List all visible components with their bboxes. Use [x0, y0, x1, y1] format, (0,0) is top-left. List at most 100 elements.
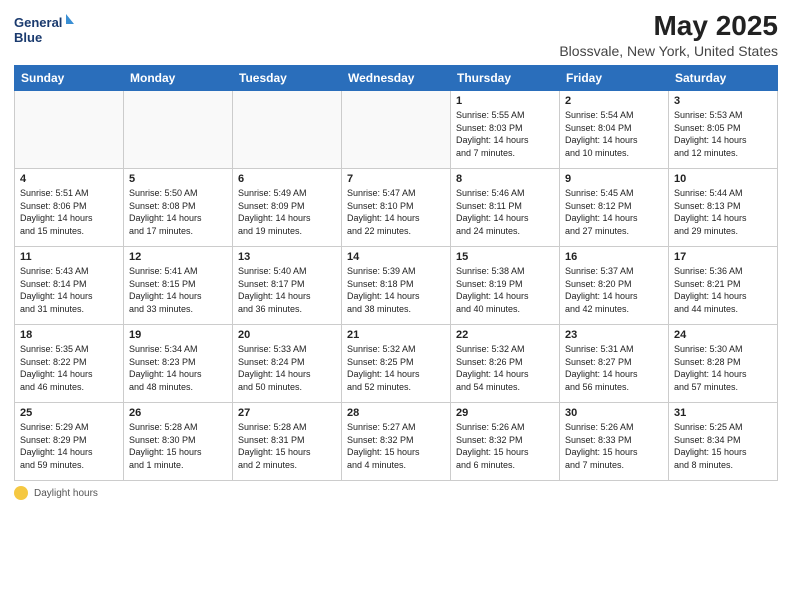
day-info: Sunrise: 5:55 AM Sunset: 8:03 PM Dayligh…	[456, 109, 554, 159]
day-info: Sunrise: 5:28 AM Sunset: 8:31 PM Dayligh…	[238, 421, 336, 471]
day-info: Sunrise: 5:32 AM Sunset: 8:25 PM Dayligh…	[347, 343, 445, 393]
col-header-thursday: Thursday	[451, 66, 560, 91]
day-number: 16	[565, 251, 663, 263]
svg-text:General: General	[14, 15, 62, 30]
day-info: Sunrise: 5:26 AM Sunset: 8:32 PM Dayligh…	[456, 421, 554, 471]
day-number: 21	[347, 329, 445, 341]
calendar-cell: 9Sunrise: 5:45 AM Sunset: 8:12 PM Daylig…	[560, 169, 669, 247]
calendar-cell: 10Sunrise: 5:44 AM Sunset: 8:13 PM Dayli…	[669, 169, 778, 247]
calendar-cell: 26 Sunrise: 5:28 AM Sunset: 8:30 PM Dayli…	[124, 403, 233, 481]
calendar-cell: 3 Sunrise: 5:53 AM Sunset: 8:05 PM Daylig…	[669, 91, 778, 169]
day-number: 30	[565, 407, 663, 419]
day-number: 8	[456, 173, 554, 185]
day-number: 17	[674, 251, 772, 263]
day-number: 28	[347, 407, 445, 419]
page: General Blue May 2025 Blossvale, New Yor…	[0, 0, 792, 612]
calendar-cell	[342, 91, 451, 169]
day-info: Sunrise: 5:32 AM Sunset: 8:26 PM Dayligh…	[456, 343, 554, 393]
day-info: Sunrise: 5:45 AM Sunset: 8:12 PM Dayligh…	[565, 187, 663, 237]
calendar-cell: 30 Sunrise: 5:26 AM Sunset: 8:33 PM Dayli…	[560, 403, 669, 481]
main-title: May 2025	[559, 10, 778, 42]
calendar-cell: 1 Sunrise: 5:55 AM Sunset: 8:03 PM Daylig…	[451, 91, 560, 169]
calendar-cell: 27Sunrise: 5:28 AM Sunset: 8:31 PM Dayli…	[233, 403, 342, 481]
day-number: 25	[20, 407, 118, 419]
col-header-saturday: Saturday	[669, 66, 778, 91]
day-number: 12	[129, 251, 227, 263]
day-number: 19	[129, 329, 227, 341]
calendar-cell: 7 Sunrise: 5:47 AM Sunset: 8:10 PM Daylig…	[342, 169, 451, 247]
day-info: Sunrise: 5:47 AM Sunset: 8:10 PM Dayligh…	[347, 187, 445, 237]
day-info: Sunrise: 5:37 AM Sunset: 8:20 PM Dayligh…	[565, 265, 663, 315]
calendar-cell: 2Sunrise: 5:54 AM Sunset: 8:04 PM Daylig…	[560, 91, 669, 169]
calendar-cell: 15 Sunrise: 5:38 AM Sunset: 8:19 PM Dayli…	[451, 247, 560, 325]
calendar-cell: 13Sunrise: 5:40 AM Sunset: 8:17 PM Dayli…	[233, 247, 342, 325]
day-info: Sunrise: 5:30 AM Sunset: 8:28 PM Dayligh…	[674, 343, 772, 393]
calendar-cell: 25Sunrise: 5:29 AM Sunset: 8:29 PM Dayli…	[15, 403, 124, 481]
day-number: 20	[238, 329, 336, 341]
day-info: Sunrise: 5:40 AM Sunset: 8:17 PM Dayligh…	[238, 265, 336, 315]
calendar-week-3: 11 Sunrise: 5:43 AM Sunset: 8:14 PM Dayli…	[15, 247, 778, 325]
calendar-cell: 6Sunrise: 5:49 AM Sunset: 8:09 PM Daylig…	[233, 169, 342, 247]
day-info: Sunrise: 5:49 AM Sunset: 8:09 PM Dayligh…	[238, 187, 336, 237]
calendar-week-2: 4 Sunrise: 5:51 AM Sunset: 8:06 PM Daylig…	[15, 169, 778, 247]
day-info: Sunrise: 5:25 AM Sunset: 8:34 PM Dayligh…	[674, 421, 772, 471]
calendar-week-4: 18 Sunrise: 5:35 AM Sunset: 8:22 PM Dayli…	[15, 325, 778, 403]
calendar-cell: 19 Sunrise: 5:34 AM Sunset: 8:23 PM Dayli…	[124, 325, 233, 403]
day-info: Sunrise: 5:35 AM Sunset: 8:22 PM Dayligh…	[20, 343, 118, 393]
calendar-cell: 22Sunrise: 5:32 AM Sunset: 8:26 PM Dayli…	[451, 325, 560, 403]
calendar-cell: 18 Sunrise: 5:35 AM Sunset: 8:22 PM Dayli…	[15, 325, 124, 403]
calendar-cell: 21 Sunrise: 5:32 AM Sunset: 8:25 PM Dayli…	[342, 325, 451, 403]
day-info: Sunrise: 5:51 AM Sunset: 8:06 PM Dayligh…	[20, 187, 118, 237]
day-info: Sunrise: 5:26 AM Sunset: 8:33 PM Dayligh…	[565, 421, 663, 471]
col-header-wednesday: Wednesday	[342, 66, 451, 91]
day-info: Sunrise: 5:43 AM Sunset: 8:14 PM Dayligh…	[20, 265, 118, 315]
calendar-cell: 31 Sunrise: 5:25 AM Sunset: 8:34 PM Dayli…	[669, 403, 778, 481]
calendar-week-5: 25Sunrise: 5:29 AM Sunset: 8:29 PM Dayli…	[15, 403, 778, 481]
calendar-cell: 5 Sunrise: 5:50 AM Sunset: 8:08 PM Daylig…	[124, 169, 233, 247]
day-info: Sunrise: 5:39 AM Sunset: 8:18 PM Dayligh…	[347, 265, 445, 315]
calendar-cell	[124, 91, 233, 169]
day-number: 7	[347, 173, 445, 185]
calendar-cell: 14Sunrise: 5:39 AM Sunset: 8:18 PM Dayli…	[342, 247, 451, 325]
day-number: 3	[674, 95, 772, 107]
daylight-label: Daylight hours	[34, 488, 98, 499]
day-info: Sunrise: 5:44 AM Sunset: 8:13 PM Dayligh…	[674, 187, 772, 237]
day-number: 11	[20, 251, 118, 263]
day-number: 4	[20, 173, 118, 185]
calendar-cell: 20 Sunrise: 5:33 AM Sunset: 8:24 PM Dayli…	[233, 325, 342, 403]
day-number: 31	[674, 407, 772, 419]
day-info: Sunrise: 5:33 AM Sunset: 8:24 PM Dayligh…	[238, 343, 336, 393]
day-info: Sunrise: 5:27 AM Sunset: 8:32 PM Dayligh…	[347, 421, 445, 471]
day-info: Sunrise: 5:38 AM Sunset: 8:19 PM Dayligh…	[456, 265, 554, 315]
sun-icon	[14, 486, 28, 500]
col-header-monday: Monday	[124, 66, 233, 91]
day-info: Sunrise: 5:53 AM Sunset: 8:05 PM Dayligh…	[674, 109, 772, 159]
calendar-cell: 12 Sunrise: 5:41 AM Sunset: 8:15 PM Dayli…	[124, 247, 233, 325]
day-info: Sunrise: 5:34 AM Sunset: 8:23 PM Dayligh…	[129, 343, 227, 393]
col-header-tuesday: Tuesday	[233, 66, 342, 91]
day-info: Sunrise: 5:41 AM Sunset: 8:15 PM Dayligh…	[129, 265, 227, 315]
calendar-header-row: SundayMondayTuesdayWednesdayThursdayFrid…	[15, 66, 778, 91]
footer: Daylight hours	[14, 486, 778, 500]
logo-svg: General Blue	[14, 10, 74, 48]
calendar-cell	[233, 91, 342, 169]
day-number: 1	[456, 95, 554, 107]
calendar-cell	[15, 91, 124, 169]
day-number: 23	[565, 329, 663, 341]
calendar-week-1: 1 Sunrise: 5:55 AM Sunset: 8:03 PM Daylig…	[15, 91, 778, 169]
calendar-cell: 28 Sunrise: 5:27 AM Sunset: 8:32 PM Dayli…	[342, 403, 451, 481]
day-number: 15	[456, 251, 554, 263]
calendar-cell: 23Sunrise: 5:31 AM Sunset: 8:27 PM Dayli…	[560, 325, 669, 403]
calendar: SundayMondayTuesdayWednesdayThursdayFrid…	[14, 65, 778, 481]
col-header-friday: Friday	[560, 66, 669, 91]
day-number: 26	[129, 407, 227, 419]
day-number: 5	[129, 173, 227, 185]
day-info: Sunrise: 5:28 AM Sunset: 8:30 PM Dayligh…	[129, 421, 227, 471]
day-number: 18	[20, 329, 118, 341]
calendar-cell: 16 Sunrise: 5:37 AM Sunset: 8:20 PM Dayli…	[560, 247, 669, 325]
col-header-sunday: Sunday	[15, 66, 124, 91]
header: General Blue May 2025 Blossvale, New Yor…	[14, 10, 778, 59]
day-info: Sunrise: 5:50 AM Sunset: 8:08 PM Dayligh…	[129, 187, 227, 237]
day-info: Sunrise: 5:46 AM Sunset: 8:11 PM Dayligh…	[456, 187, 554, 237]
title-block: May 2025 Blossvale, New York, United Sta…	[559, 10, 778, 59]
